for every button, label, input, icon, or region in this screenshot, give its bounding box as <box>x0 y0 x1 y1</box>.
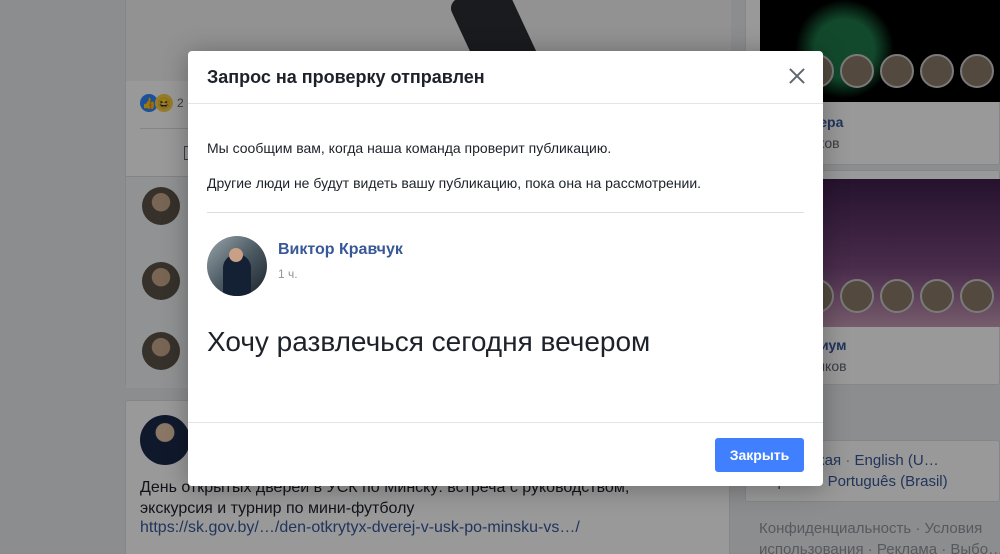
review-request-dialog: Запрос на проверку отправлен Мы сообщим … <box>188 51 823 486</box>
post-author-name[interactable]: Виктор Кравчук <box>278 241 403 259</box>
divider <box>207 212 804 213</box>
post-text: Хочу развлечься сегодня вечером <box>207 326 651 357</box>
post-timestamp[interactable]: 1 ч. <box>278 267 298 281</box>
close-button[interactable]: Закрыть <box>715 438 804 472</box>
visibility-message: Другие люди не будут видеть вашу публика… <box>207 175 702 191</box>
close-icon[interactable] <box>785 64 809 88</box>
dialog-header: Запрос на проверку отправлен <box>188 51 823 104</box>
dialog-footer: Закрыть <box>188 422 823 486</box>
author-avatar[interactable] <box>207 236 267 296</box>
dialog-title: Запрос на проверку отправлен <box>207 67 485 87</box>
notice-message: Мы сообщим вам, когда наша команда прове… <box>207 140 612 156</box>
dialog-body: Мы сообщим вам, когда наша команда прове… <box>188 104 823 422</box>
